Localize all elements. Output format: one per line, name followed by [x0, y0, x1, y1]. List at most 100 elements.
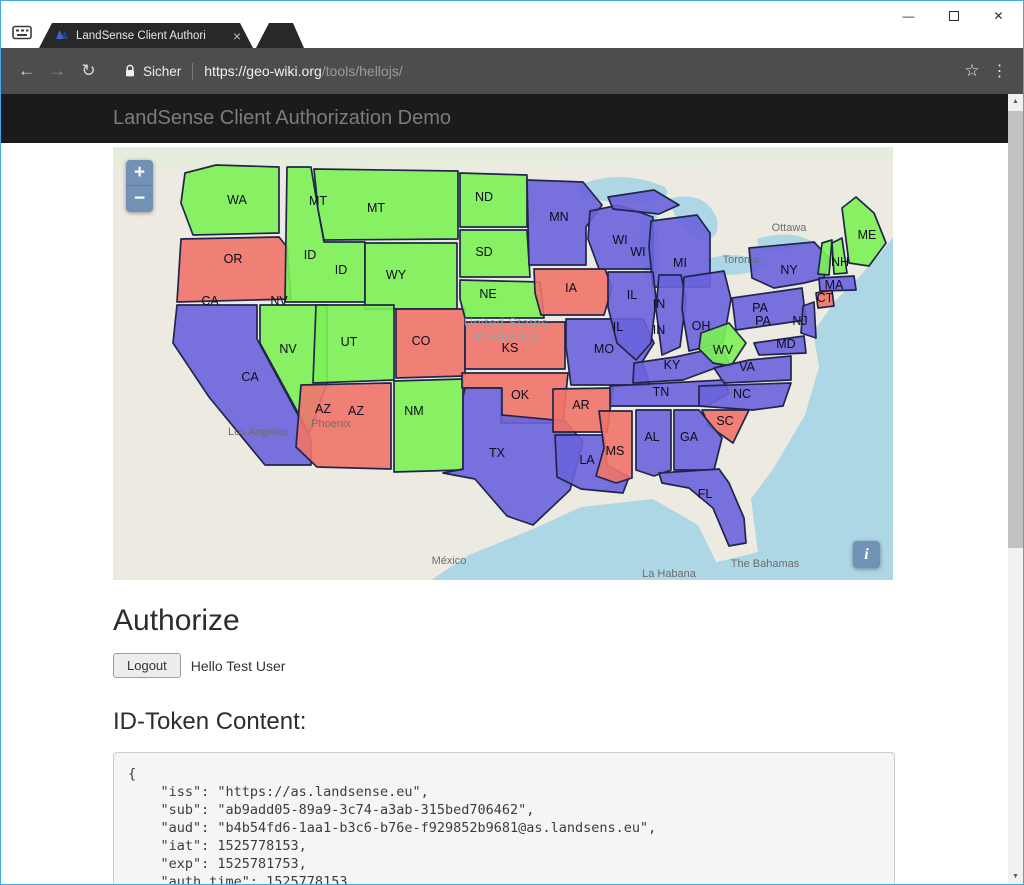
state-label-ia: IA [565, 281, 577, 295]
forward-icon: → [49, 61, 66, 81]
state-label-ma: MA [825, 278, 844, 292]
new-tab-button[interactable] [256, 23, 304, 48]
state-label-wy: WY [386, 268, 407, 282]
city-label-toronto: Toronto [723, 254, 760, 266]
bookmark-star-icon[interactable]: ☆ [957, 61, 987, 81]
reload-icon: ↻ [81, 61, 95, 81]
logout-button[interactable]: Logout [113, 653, 181, 678]
state-label-ut: UT [341, 335, 358, 349]
minimize-button[interactable]: — [886, 2, 931, 30]
state-label-sd: SD [475, 245, 492, 259]
city-label-los-angeles: Los Angeles [228, 426, 288, 438]
close-button[interactable]: ✕ [976, 2, 1021, 30]
state-label-sc: SC [716, 414, 733, 428]
state-label-nj: NJ [792, 314, 807, 328]
tab-title: LandSense Client Authori [76, 30, 226, 42]
address-bar[interactable]: Sicher https://geo-wiki.org/tools/helloj… [116, 55, 949, 87]
page-scrollbar[interactable]: ▲ ▼ [1008, 94, 1023, 884]
page-header: LandSense Client Authorization Demo [1, 94, 1008, 143]
omnibox-separator [192, 63, 193, 80]
state-nm[interactable] [394, 379, 463, 472]
state-label-ct: CT [817, 291, 834, 305]
zoom-out-button[interactable]: − [126, 186, 153, 212]
scrollbar-thumb[interactable] [1008, 111, 1023, 548]
maximize-button[interactable] [931, 2, 976, 30]
state-label-az: AZ [348, 404, 364, 418]
web-page: LandSense Client Authorization Demo [1, 94, 1008, 884]
state-label-ok: OK [511, 388, 530, 402]
state-label-pa: PA [755, 314, 771, 328]
state-label-ne: NE [479, 287, 496, 301]
title-bar: — ✕ LandSense Client Authori × [1, 1, 1023, 48]
forward-button[interactable]: → [42, 56, 73, 87]
state-label-ca: CA [241, 370, 259, 384]
leaflet-map[interactable]: United Statesof AmericaWAORCACANVNVIDIDM… [113, 147, 893, 580]
secure-label: Sicher [143, 64, 181, 79]
state-label-me: ME [858, 228, 877, 242]
window-menu-icon[interactable] [12, 25, 32, 45]
close-icon: ✕ [993, 9, 1003, 23]
scrollbar-up-arrow[interactable]: ▲ [1008, 94, 1023, 109]
scrollbar-track[interactable] [1008, 109, 1023, 869]
token-heading: ID-Token Content: [113, 708, 1008, 736]
state-label-tn: TN [653, 385, 670, 399]
state-label-nv: NV [270, 294, 288, 308]
back-icon: ← [18, 61, 35, 81]
page-title: LandSense Client Authorization Demo [1, 94, 1008, 143]
state-nd[interactable] [460, 173, 527, 227]
city-label-phoenix: Phoenix [311, 418, 351, 430]
zoom-in-button[interactable]: + [126, 160, 153, 186]
maximize-icon [949, 11, 959, 21]
toolbar-right: ☆ ⋮ [957, 61, 1013, 81]
back-button[interactable]: ← [11, 56, 42, 87]
state-label-ky: KY [664, 358, 681, 372]
page-url: https://geo-wiki.org/tools/hellojs/ [204, 63, 402, 79]
state-label-wv: WV [713, 343, 734, 357]
state-ne[interactable] [460, 280, 544, 318]
state-label-ks: KS [502, 341, 519, 355]
country-label: United States [464, 315, 549, 330]
state-label-in: IN [653, 297, 666, 311]
state-label-ar: AR [572, 398, 589, 412]
state-label-az: AZ [315, 402, 331, 416]
state-label-mn: MN [549, 210, 568, 224]
state-label-wi: WI [612, 233, 627, 247]
scrollbar-down-arrow[interactable]: ▼ [1008, 869, 1023, 884]
us-map-canvas[interactable]: United Statesof AmericaWAORCACANVNVIDIDM… [113, 147, 893, 580]
browser-menu-icon[interactable]: ⋮ [987, 61, 1013, 81]
logout-row: Logout Hello Test User [113, 653, 1008, 678]
state-label-mt: MT [367, 201, 385, 215]
reload-button[interactable]: ↻ [73, 56, 104, 87]
authorize-heading: Authorize [113, 604, 1008, 638]
state-mt[interactable] [314, 169, 458, 240]
state-label-nv: NV [279, 342, 297, 356]
state-wy[interactable] [365, 243, 457, 309]
state-sd[interactable] [460, 230, 530, 277]
browser-tab[interactable]: LandSense Client Authori × [39, 23, 253, 48]
minimize-icon: — [903, 9, 915, 23]
browser-viewport: LandSense Client Authorization Demo [1, 94, 1023, 884]
state-label-nd: ND [475, 190, 493, 204]
state-or[interactable] [177, 237, 291, 302]
state-label-nm: NM [404, 404, 423, 418]
state-label-ca: CA [201, 294, 219, 308]
state-co[interactable] [396, 309, 465, 378]
state-label-co: CO [412, 334, 431, 348]
map-info-button[interactable]: i [853, 541, 880, 568]
map-zoom-control: + − [126, 160, 153, 212]
state-label-fl: FL [698, 487, 713, 501]
state-label-mo: MO [594, 342, 614, 356]
state-label-mt: MT [309, 194, 327, 208]
browser-window: — ✕ LandSense Client Authori × ← → ↻ [0, 0, 1024, 885]
city-label-la-habana: La Habana [642, 568, 697, 580]
state-label-id: ID [335, 263, 348, 277]
tab-close-icon[interactable]: × [233, 29, 241, 43]
state-label-ny: NY [780, 263, 798, 277]
state-label-il: IL [613, 320, 623, 334]
city-label-méxico: México [432, 555, 467, 567]
state-label-pa: PA [752, 301, 768, 315]
state-label-ms: MS [606, 444, 625, 458]
state-label-la: LA [579, 453, 595, 467]
state-label-oh: OH [692, 319, 711, 333]
city-label-ottawa: Ottawa [772, 222, 808, 234]
